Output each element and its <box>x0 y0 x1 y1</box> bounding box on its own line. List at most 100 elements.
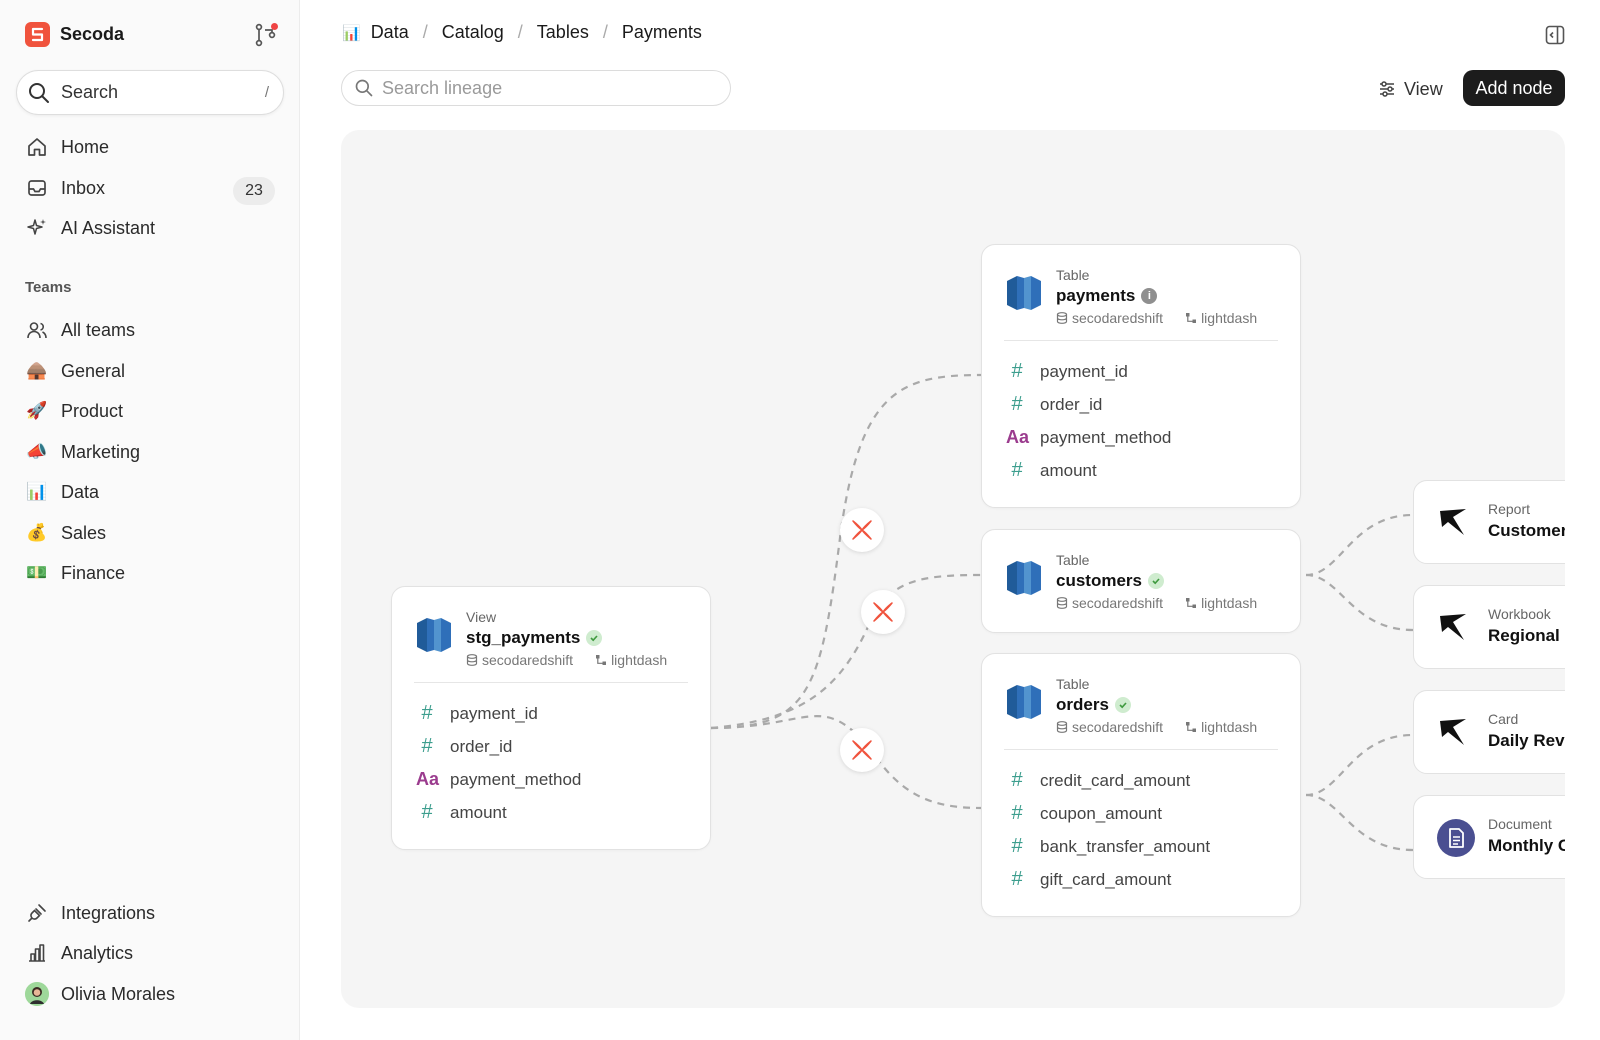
column-name: payment_id <box>450 703 538 723</box>
team-label: All teams <box>61 319 136 340</box>
search-icon <box>29 82 49 103</box>
redshift-icon <box>1004 682 1044 722</box>
dbt-transform-icon[interactable] <box>861 590 905 634</box>
lineage-node-customers[interactable]: Table customers secodaredshift lightdash <box>981 529 1301 633</box>
teams-section-label: Teams <box>25 279 72 296</box>
column-row[interactable]: # payment_id <box>416 697 581 730</box>
view-options-button[interactable]: View <box>1378 74 1443 104</box>
verified-check-icon <box>586 630 603 646</box>
info-icon: i <box>1141 288 1158 304</box>
sparkles-icon <box>25 216 49 240</box>
hut-icon: 🛖 <box>26 361 48 380</box>
breadcrumb-separator: / <box>517 22 523 42</box>
nav-label: Analytics <box>61 942 134 963</box>
node-meta: secodaredshift lightdash <box>1056 719 1257 735</box>
lineage-node-orders[interactable]: Table orders secodaredshift lightdash # c… <box>981 653 1301 917</box>
node-type: Table <box>1056 552 1090 568</box>
brand[interactable]: Secoda <box>25 22 124 47</box>
lineage-node-payments[interactable]: Table payments i secodaredshift lightdas… <box>981 244 1301 508</box>
team-sales[interactable]: 💰 Sales <box>25 518 106 548</box>
node-type: Workbook <box>1488 606 1551 622</box>
nav-inbox[interactable]: Inbox <box>25 173 105 203</box>
dbt-transform-icon[interactable] <box>840 728 884 772</box>
lineage-search[interactable] <box>341 70 731 106</box>
verified-check-icon <box>1114 697 1131 713</box>
redshift-icon <box>414 615 454 655</box>
nav-ai-assistant[interactable]: AI Assistant <box>25 213 155 243</box>
column-row[interactable]: Aa payment_method <box>416 763 581 796</box>
column-row[interactable]: # amount <box>416 796 581 829</box>
nav-label: AI Assistant <box>61 217 156 238</box>
team-finance[interactable]: 💵 Finance <box>25 558 125 588</box>
search-icon <box>355 79 373 97</box>
collapse-panel-icon[interactable] <box>1545 25 1565 45</box>
inbox-icon <box>25 176 49 200</box>
team-marketing[interactable]: 📣 Marketing <box>25 437 140 467</box>
team-general[interactable]: 🛖 General <box>25 356 125 386</box>
user-profile[interactable]: Olivia Morales <box>25 979 175 1009</box>
breadcrumb-item-tables[interactable]: Tables <box>537 22 589 43</box>
team-label: Product <box>61 400 124 421</box>
column-row[interactable]: # order_id <box>1006 388 1171 421</box>
node-name: Customer <box>1488 521 1565 540</box>
column-row[interactable]: # credit_card_amount <box>1006 764 1210 797</box>
column-row[interactable]: # order_id <box>416 730 581 763</box>
team-all-teams[interactable]: All teams <box>25 315 135 345</box>
schema-icon <box>596 655 607 665</box>
lineage-search-input[interactable] <box>382 77 702 99</box>
nav-label: Integrations <box>61 902 156 923</box>
lineage-node-workbook[interactable]: Workbook Regional <box>1413 585 1565 669</box>
number-type-icon: # <box>421 735 433 757</box>
column-name: bank_transfer_amount <box>1040 836 1211 856</box>
nav-home[interactable]: Home <box>25 132 109 162</box>
edge-stg-to-payments <box>710 373 982 730</box>
lineage-node-stg-payments[interactable]: View stg_payments secodaredshift lightda… <box>391 586 711 850</box>
team-label: Finance <box>61 562 126 583</box>
column-name: order_id <box>1040 394 1103 414</box>
edge-customers-to-workbook <box>1305 573 1414 632</box>
node-title: customers <box>1056 571 1164 591</box>
team-data[interactable]: 📊 Data <box>25 477 99 507</box>
node-database: secodaredshift <box>1072 595 1164 611</box>
bar-chart-icon: 📊 <box>26 482 48 501</box>
column-row[interactable]: # amount <box>1006 454 1171 487</box>
column-name: payment_method <box>1040 427 1172 447</box>
lineage-node-card[interactable]: Card Daily Reve <box>1413 690 1565 774</box>
database-icon <box>1056 721 1068 733</box>
nav-integrations[interactable]: Integrations <box>25 898 155 928</box>
lineage-node-document[interactable]: Document Monthly C <box>1413 795 1565 879</box>
team-label: Sales <box>61 522 107 543</box>
column-row[interactable]: # gift_card_amount <box>1006 863 1210 896</box>
column-row[interactable]: # payment_id <box>1006 355 1171 388</box>
breadcrumb-item-catalog[interactable]: Catalog <box>442 22 504 43</box>
nav-analytics[interactable]: Analytics <box>25 938 133 968</box>
sliders-icon <box>1380 81 1394 97</box>
column-row[interactable]: Aa payment_method <box>1006 421 1171 454</box>
node-project: lightdash <box>611 652 668 668</box>
lightdash-icon <box>1436 608 1476 648</box>
add-node-button[interactable]: Add node <box>1463 70 1565 106</box>
dbt-transform-icon[interactable] <box>840 508 884 552</box>
node-meta: secodaredshift lightdash <box>466 652 667 668</box>
database-icon <box>1056 312 1068 324</box>
search-label: Search <box>61 82 119 102</box>
lineage-canvas[interactable]: View stg_payments secodaredshift lightda… <box>341 130 1565 1008</box>
git-branch-icon[interactable] <box>253 22 279 48</box>
plug-icon <box>25 901 49 925</box>
node-meta: secodaredshift lightdash <box>1056 310 1257 326</box>
string-type-icon: Aa <box>416 769 440 789</box>
nav-label: Inbox <box>61 177 106 198</box>
lineage-node-report[interactable]: Report Customer <box>1413 480 1565 564</box>
redshift-icon <box>1004 273 1044 313</box>
team-product[interactable]: 🚀 Product <box>25 396 123 426</box>
number-type-icon: # <box>421 702 433 724</box>
schema-icon <box>1186 722 1197 732</box>
edge-orders-to-document <box>1305 793 1414 852</box>
breadcrumb-item-payments: Payments <box>621 22 702 42</box>
data-team-icon: 📊 <box>342 24 361 42</box>
global-search[interactable]: Search / <box>16 70 284 115</box>
column-row[interactable]: # coupon_amount <box>1006 797 1210 830</box>
breadcrumb-item-data[interactable]: Data <box>371 22 409 43</box>
column-row[interactable]: # bank_transfer_amount <box>1006 830 1210 863</box>
redshift-icon <box>1004 558 1044 598</box>
